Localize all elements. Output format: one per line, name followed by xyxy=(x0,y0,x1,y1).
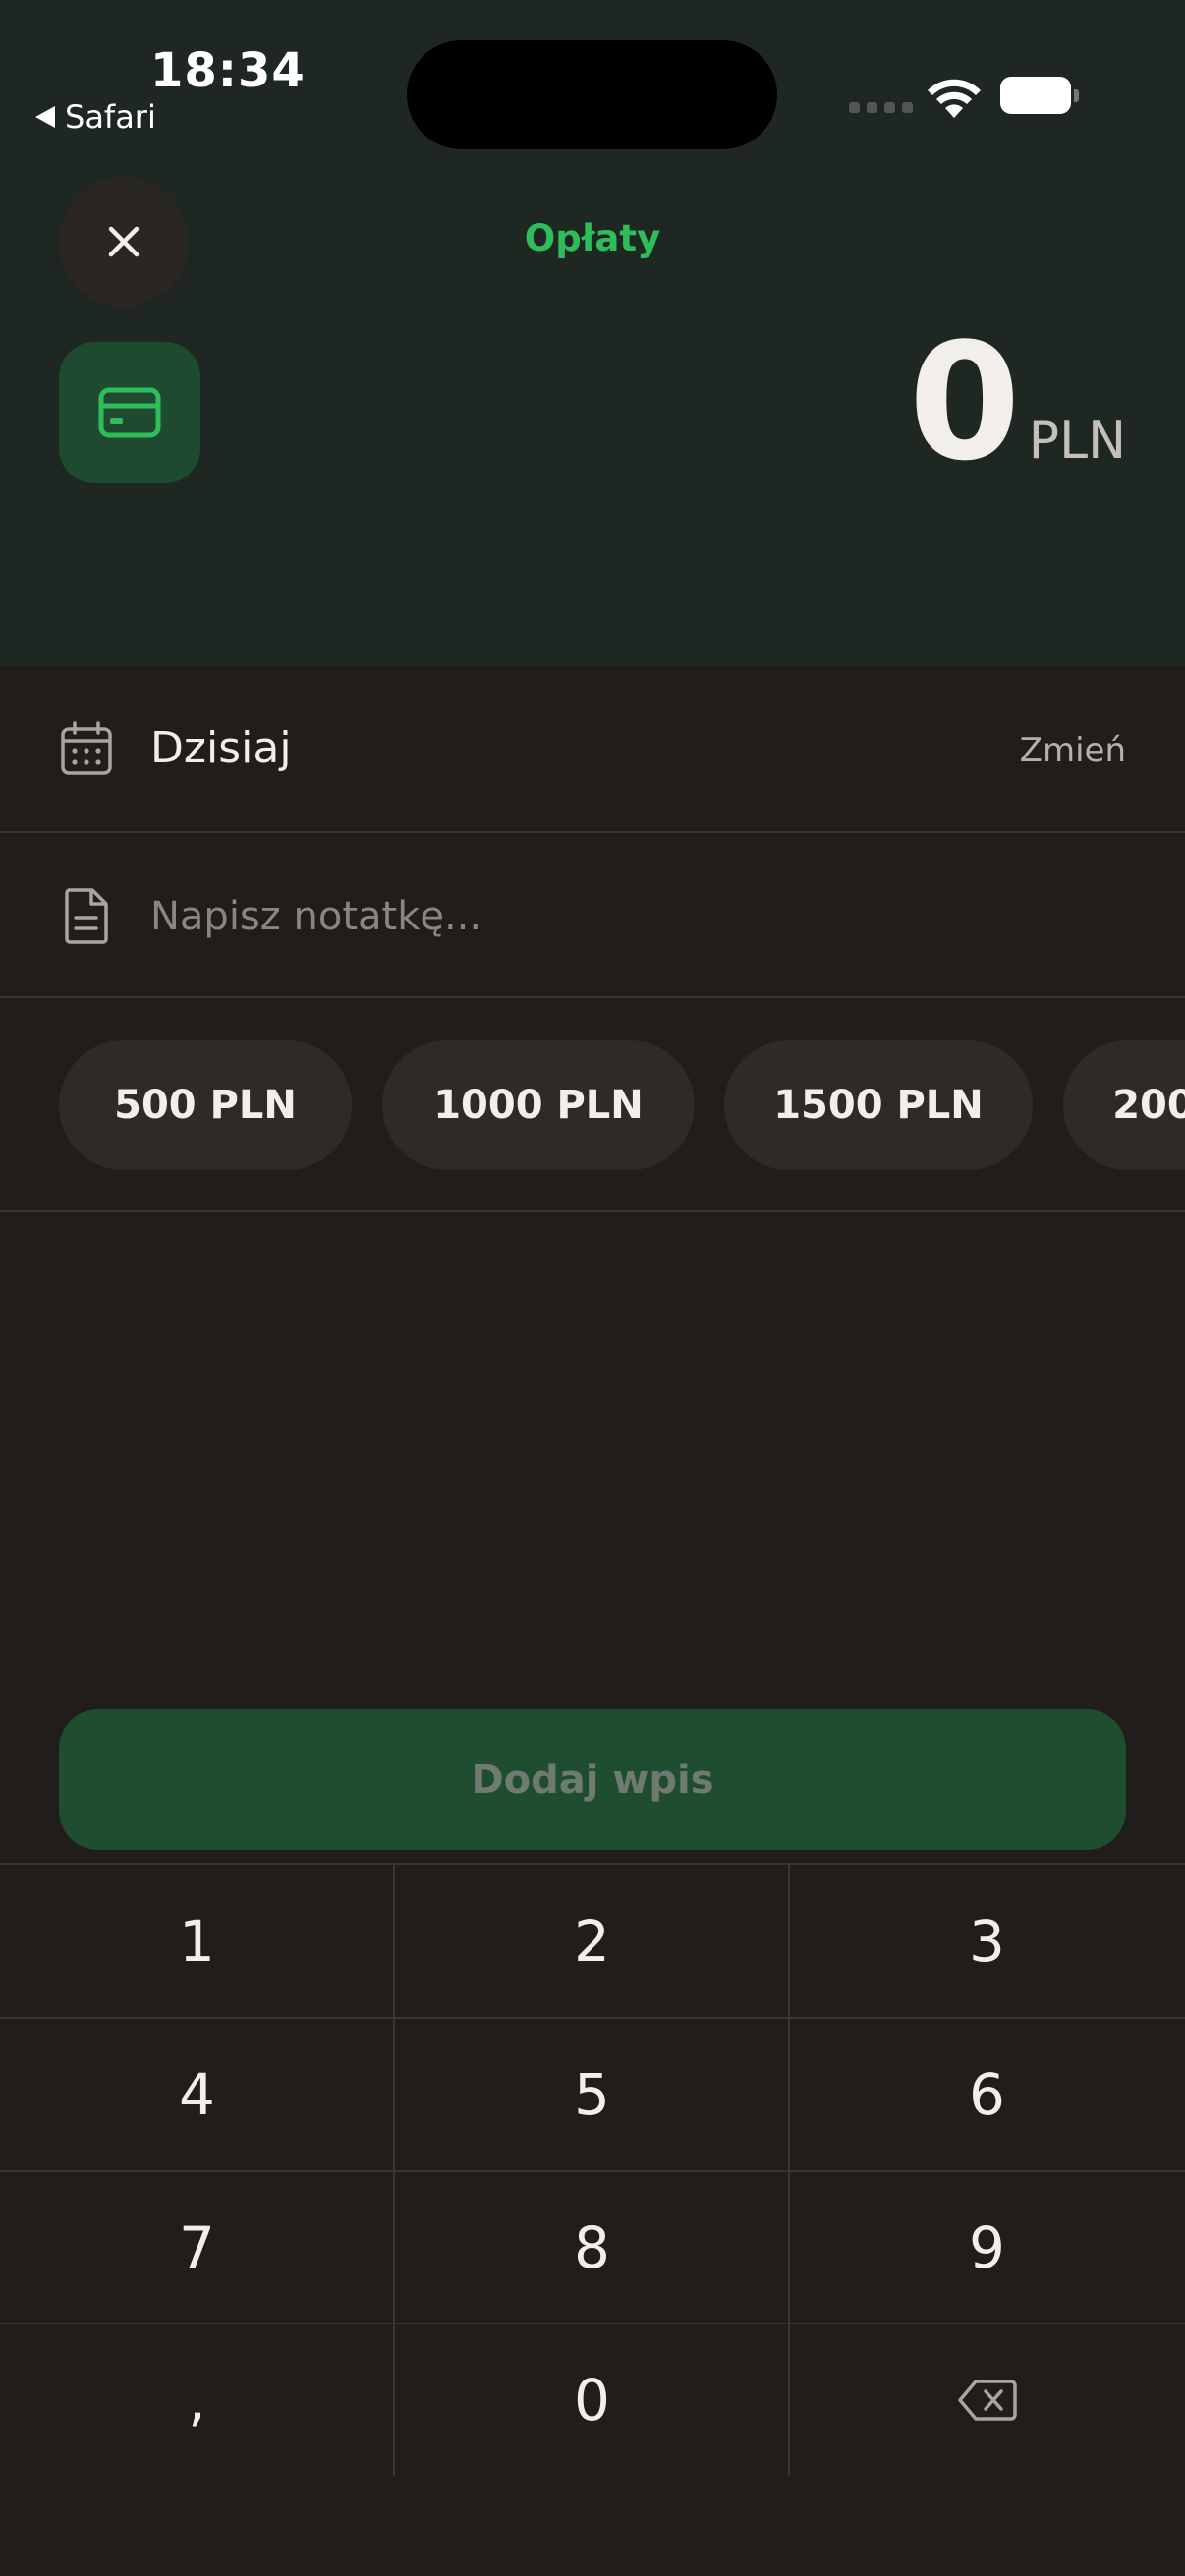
key-7[interactable]: 7 xyxy=(0,2171,394,2324)
quick-amount-chip[interactable]: 500 PLN xyxy=(59,1040,352,1170)
key-0[interactable]: 0 xyxy=(395,2324,789,2476)
battery-icon xyxy=(1000,77,1079,114)
page-title: Opłaty xyxy=(524,217,661,259)
document-icon xyxy=(65,888,108,944)
add-entry-button[interactable]: Dodaj wpis xyxy=(59,1709,1126,1850)
quick-amount-chip[interactable]: 1000 PLN xyxy=(382,1040,695,1170)
key-1[interactable]: 1 xyxy=(0,1865,394,2017)
quick-amounts: 500 PLN 1000 PLN 1500 PLN 2000 PLN xyxy=(0,998,1185,1212)
note-input[interactable] xyxy=(150,882,1094,951)
amount-value: 0 xyxy=(908,308,1021,496)
numeric-keypad: 1 2 3 4 5 6 7 8 9 , 0 xyxy=(0,1863,1185,2476)
key-9[interactable]: 9 xyxy=(790,2171,1184,2324)
date-label: Dzisiaj xyxy=(150,723,292,773)
quick-amount-chip[interactable]: 2000 PLN xyxy=(1063,1040,1185,1170)
wifi-icon xyxy=(928,79,981,118)
date-row[interactable]: Dzisiaj Zmień xyxy=(0,666,1185,833)
key-5[interactable]: 5 xyxy=(395,2018,789,2170)
dynamic-island xyxy=(407,40,777,149)
key-3[interactable]: 3 xyxy=(790,1865,1184,2017)
key-6[interactable]: 6 xyxy=(790,2018,1184,2170)
backspace-button[interactable] xyxy=(790,2324,1184,2476)
change-date-button[interactable]: Zmień xyxy=(1020,731,1126,770)
key-2[interactable]: 2 xyxy=(395,1865,789,2017)
back-app-label: Safari xyxy=(65,98,156,136)
credit-card-icon xyxy=(98,387,161,438)
key-comma[interactable]: , xyxy=(0,2324,394,2476)
note-row xyxy=(0,833,1185,998)
amount-currency: PLN xyxy=(1028,412,1126,471)
category-button[interactable] xyxy=(59,342,200,483)
key-4[interactable]: 4 xyxy=(0,2018,394,2170)
status-time: 18:34 xyxy=(150,43,306,98)
quick-amount-chip[interactable]: 1500 PLN xyxy=(724,1040,1033,1170)
key-8[interactable]: 8 xyxy=(395,2171,789,2324)
back-arrow-icon xyxy=(35,106,55,128)
amount-display: 0 PLN xyxy=(909,322,1126,483)
cellular-signal-icon xyxy=(849,102,913,113)
calendar-icon xyxy=(61,721,112,775)
back-to-app-link[interactable]: Safari xyxy=(35,98,156,136)
backspace-icon xyxy=(957,2379,1017,2421)
